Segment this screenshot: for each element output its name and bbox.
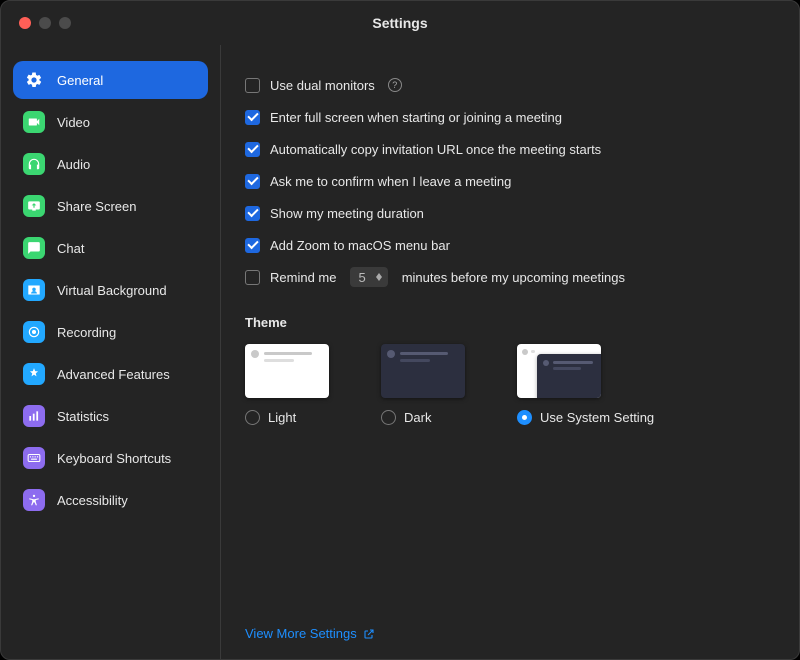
option-label: Add Zoom to macOS menu bar [270,238,450,253]
theme-option-light[interactable]: Light [245,344,329,425]
checkbox[interactable] [245,206,260,221]
traffic-lights [19,17,71,29]
sidebar-item-chat[interactable]: Chat [13,229,208,267]
sidebar-item-general[interactable]: General [13,61,208,99]
virtual-background-icon [23,279,45,301]
stepper-arrows[interactable] [374,273,384,281]
checkbox[interactable] [245,78,260,93]
theme-label: Light [268,410,296,425]
sidebar-item-virtual-background[interactable]: Virtual Background [13,271,208,309]
option-meeting-duration[interactable]: Show my meeting duration [245,197,771,229]
titlebar: Settings [1,1,799,45]
radio-button[interactable] [245,410,260,425]
option-dual-monitors[interactable]: Use dual monitors ? [245,69,771,101]
window-title: Settings [372,15,427,31]
theme-option-dark[interactable]: Dark [381,344,465,425]
sidebar-item-label: Video [57,115,90,130]
sidebar-item-statistics[interactable]: Statistics [13,397,208,435]
option-label-post: minutes before my upcoming meetings [402,270,625,285]
theme-thumbnail-dark [381,344,465,398]
theme-options: Light Dark [245,344,771,425]
stepper-value: 5 [354,270,373,285]
sidebar-item-label: Audio [57,157,90,172]
option-copy-url[interactable]: Automatically copy invitation URL once t… [245,133,771,165]
theme-label: Dark [404,410,431,425]
sidebar-item-label: Chat [57,241,84,256]
option-menu-bar[interactable]: Add Zoom to macOS menu bar [245,229,771,261]
checkbox[interactable] [245,174,260,189]
option-full-screen[interactable]: Enter full screen when starting or joini… [245,101,771,133]
checkbox[interactable] [245,110,260,125]
view-more-settings-link[interactable]: View More Settings [245,610,771,641]
sidebar-item-label: Share Screen [57,199,137,214]
option-label: Show my meeting duration [270,206,424,221]
recording-icon [23,321,45,343]
radio-button[interactable] [381,410,396,425]
sidebar-item-audio[interactable]: Audio [13,145,208,183]
sidebar-item-label: Virtual Background [57,283,167,298]
keyboard-icon [23,447,45,469]
sidebar-item-label: Recording [57,325,116,340]
theme-option-system[interactable]: Use System Setting [517,344,654,425]
theme-thumbnail-system [517,344,601,398]
settings-window: Settings General Video Audio [0,0,800,660]
minutes-stepper[interactable]: 5 [350,267,387,287]
accessibility-icon [23,489,45,511]
headphones-icon [23,153,45,175]
zoom-window-button[interactable] [59,17,71,29]
option-label: Enter full screen when starting or joini… [270,110,562,125]
external-link-icon [363,628,375,640]
chat-icon [23,237,45,259]
help-icon[interactable]: ? [388,78,402,92]
checkbox[interactable] [245,238,260,253]
sidebar-item-label: Statistics [57,409,109,424]
checkbox[interactable] [245,142,260,157]
option-label: Ask me to confirm when I leave a meeting [270,174,511,189]
theme-thumbnail-light [245,344,329,398]
sidebar-item-keyboard-shortcuts[interactable]: Keyboard Shortcuts [13,439,208,477]
link-label: View More Settings [245,626,357,641]
share-screen-icon [23,195,45,217]
advanced-features-icon [23,363,45,385]
sidebar-item-recording[interactable]: Recording [13,313,208,351]
content-pane: Use dual monitors ? Enter full screen wh… [221,45,799,659]
theme-heading: Theme [245,315,771,330]
window-body: General Video Audio Share Screen [1,45,799,659]
sidebar-item-share-screen[interactable]: Share Screen [13,187,208,225]
minimize-window-button[interactable] [39,17,51,29]
option-confirm-leave[interactable]: Ask me to confirm when I leave a meeting [245,165,771,197]
option-label-pre: Remind me [270,270,336,285]
checkbox[interactable] [245,270,260,285]
close-window-button[interactable] [19,17,31,29]
sidebar-item-label: Accessibility [57,493,128,508]
sidebar-item-accessibility[interactable]: Accessibility [13,481,208,519]
sidebar-item-advanced-features[interactable]: Advanced Features [13,355,208,393]
chevron-down-icon[interactable] [376,277,382,281]
statistics-icon [23,405,45,427]
option-remind-me[interactable]: Remind me 5 minutes before my upcoming m… [245,261,771,293]
sidebar-item-label: General [57,73,103,88]
sidebar-item-label: Keyboard Shortcuts [57,451,171,466]
theme-label: Use System Setting [540,410,654,425]
gear-icon [23,69,45,91]
option-label: Automatically copy invitation URL once t… [270,142,601,157]
option-label: Use dual monitors [270,78,375,93]
sidebar-item-label: Advanced Features [57,367,170,382]
sidebar-item-video[interactable]: Video [13,103,208,141]
radio-button[interactable] [517,410,532,425]
video-icon [23,111,45,133]
sidebar: General Video Audio Share Screen [1,45,221,659]
